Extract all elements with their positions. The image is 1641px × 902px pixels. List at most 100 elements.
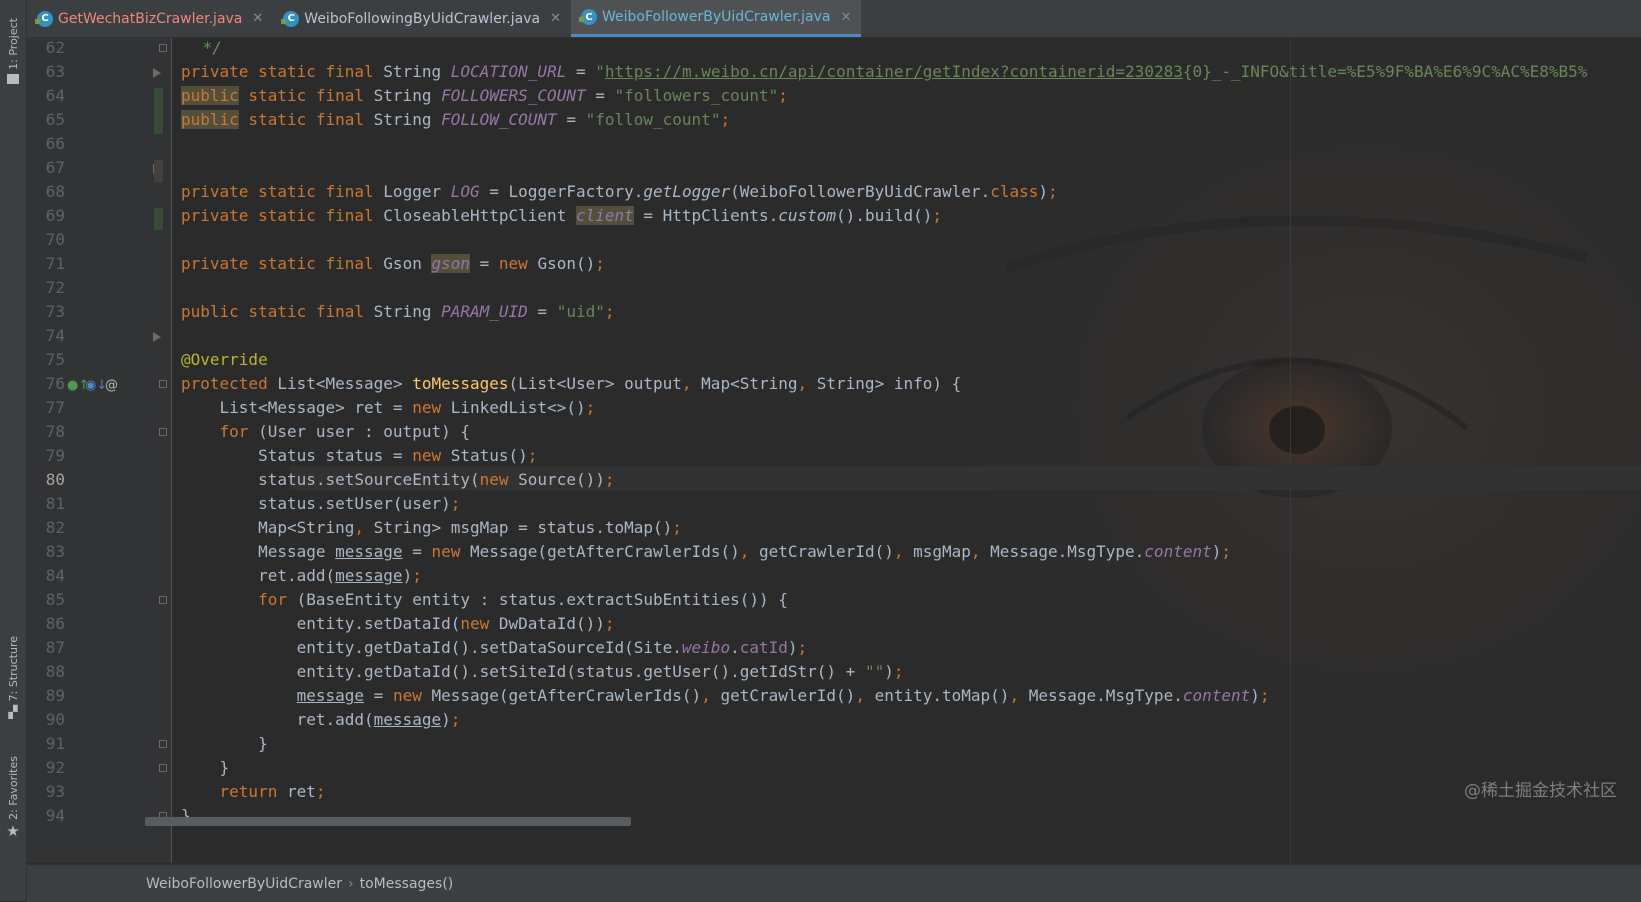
- code-line-91: }: [181, 734, 268, 753]
- line-number: 94: [45, 806, 65, 825]
- line-number: 67: [45, 158, 65, 177]
- line-number: 81: [45, 494, 65, 513]
- close-icon[interactable]: ✕: [550, 11, 561, 26]
- code-line-62: */: [193, 38, 222, 57]
- code-line-92: }: [181, 758, 230, 777]
- vcs-change-marker[interactable]: [154, 160, 163, 182]
- fold-marker-icon[interactable]: [159, 428, 167, 436]
- line-number: 82: [45, 518, 65, 537]
- line-number: 88: [45, 662, 65, 681]
- java-class-icon: C: [35, 10, 53, 27]
- fold-marker-icon[interactable]: [159, 44, 167, 52]
- line-number: 62: [45, 38, 65, 57]
- line-number: 86: [45, 614, 65, 633]
- tab-getwechatbizcrawler[interactable]: C GetWechatBizCrawler.java ✕: [27, 0, 273, 37]
- line-number: 69: [45, 206, 65, 225]
- structure-tool-tab[interactable]: 7: Structure ▞: [0, 636, 26, 719]
- tab-label: WeiboFollowerByUidCrawler.java: [601, 9, 831, 25]
- code-line-82: Map<String, String> msgMap = status.toMa…: [181, 518, 682, 537]
- code-line-93: return ret;: [219, 782, 326, 801]
- code-line-85: for (BaseEntity entity : status.extractS…: [258, 590, 788, 609]
- vcs-change-marker[interactable]: [154, 208, 163, 230]
- close-icon[interactable]: ✕: [840, 10, 851, 25]
- left-tool-strip: 1: Project 7: Structure ▞ 2: Favorites ★: [0, 0, 27, 901]
- java-class-icon: C: [578, 9, 597, 25]
- code-line-83: Message message = new Message(getAfterCr…: [181, 542, 1232, 561]
- implemented-icon[interactable]: ◉↓: [85, 376, 107, 396]
- chevron-right-icon: ›: [348, 875, 354, 892]
- structure-tool-label: 7: Structure: [6, 636, 20, 702]
- star-icon: ★: [6, 821, 20, 840]
- line-number: 70: [45, 230, 65, 249]
- code-line-88: entity.getDataId().setSiteId(status.getU…: [181, 662, 904, 681]
- line-number: 78: [45, 422, 65, 441]
- line-number: 72: [45, 278, 65, 297]
- breadcrumb-class[interactable]: WeiboFollowerByUidCrawler: [146, 876, 342, 892]
- line-number: 92: [45, 758, 65, 777]
- tab-label: GetWechatBizCrawler.java: [58, 10, 243, 27]
- breadcrumb-method[interactable]: toMessages(): [360, 876, 454, 892]
- line-number: 93: [45, 782, 65, 801]
- fold-arrow-icon[interactable]: [153, 68, 161, 78]
- favorites-tool-label: 2: Favorites: [6, 756, 20, 820]
- line-number: 90: [45, 710, 65, 729]
- line-number: 66: [45, 134, 65, 153]
- project-tool-label: 1: Project: [6, 18, 20, 70]
- code-line-78: for (User user : output) {: [219, 422, 470, 441]
- line-number: 68: [45, 182, 65, 201]
- fold-marker-icon[interactable]: [159, 740, 167, 748]
- line-number: 91: [45, 734, 65, 753]
- code-line-80: status.setSourceEntity(new Source());: [181, 470, 615, 489]
- close-icon[interactable]: ✕: [252, 11, 263, 26]
- folder-icon: [7, 73, 19, 84]
- code-line-90: ret.add(message);: [181, 710, 461, 729]
- code-area[interactable]: */ private static final String LOCATION_…: [181, 38, 1641, 863]
- line-number: 85: [45, 590, 65, 609]
- code-line-68: private static final Logger LOG = Logger…: [181, 182, 1058, 201]
- line-number: 64: [45, 86, 65, 105]
- project-tool-tab[interactable]: 1: Project: [0, 18, 26, 84]
- favorites-tool-tab[interactable]: 2: Favorites ★: [0, 756, 26, 840]
- line-number: 77: [45, 398, 65, 417]
- line-number: 65: [45, 110, 65, 129]
- line-number: 63: [45, 62, 65, 81]
- code-line-69: private static final CloseableHttpClient…: [181, 206, 943, 225]
- line-number: 75: [45, 350, 65, 369]
- code-line-65: public static final String FOLLOW_COUNT …: [181, 110, 731, 129]
- code-line-76: protected List<Message> toMessages(List<…: [181, 374, 962, 393]
- fold-marker-icon[interactable]: [159, 596, 167, 604]
- code-line-63: private static final String LOCATION_URL…: [181, 62, 1588, 81]
- code-line-71: private static final Gson gson = new Gso…: [181, 254, 605, 273]
- code-line-64: public static final String FOLLOWERS_COU…: [181, 86, 788, 105]
- vcs-change-marker[interactable]: [154, 88, 163, 134]
- fold-arrow-icon[interactable]: [153, 332, 161, 342]
- line-number: 76: [45, 374, 65, 393]
- code-line-75: @Override: [181, 350, 268, 369]
- code-line-89: message = new Message(getAfterCrawlerIds…: [296, 686, 1270, 705]
- annotation-icon[interactable]: @: [105, 376, 118, 396]
- line-number: 89: [45, 686, 65, 705]
- horizontal-scrollbar[interactable]: [145, 817, 631, 826]
- tab-weibofollowingbyuidcrawler[interactable]: C WeiboFollowingByUidCrawler.java ✕: [273, 0, 571, 37]
- url-link[interactable]: https://m.weibo.cn/api/container/getInde…: [605, 62, 1183, 81]
- code-line-77: List<Message> ret = new LinkedList<>();: [181, 398, 596, 417]
- code-line-87: entity.getDataId().setDataSourceId(Site.…: [181, 638, 808, 657]
- structure-icon: ▞: [8, 705, 18, 720]
- java-class-icon: C: [281, 10, 300, 27]
- breadcrumb: WeiboFollowerByUidCrawler › toMessages(): [27, 864, 1641, 902]
- line-number: 87: [45, 638, 65, 657]
- fold-marker-icon[interactable]: [159, 764, 167, 772]
- code-line-81: status.setUser(user);: [181, 494, 461, 513]
- tab-weibofollowerbyuidcrawler[interactable]: C WeiboFollowerByUidCrawler.java ✕: [570, 0, 862, 37]
- code-line-86: entity.setDataId(new DwDataId());: [181, 614, 615, 633]
- line-number: 79: [45, 446, 65, 465]
- tab-label: WeiboFollowingByUidCrawler.java: [304, 10, 541, 27]
- line-number: 71: [45, 254, 65, 273]
- line-number: 83: [45, 542, 65, 561]
- fold-marker-icon[interactable]: [159, 380, 167, 388]
- watermark: @稀土掘金技术社区: [1464, 781, 1617, 801]
- editor-tab-bar: C GetWechatBizCrawler.java ✕ C WeiboFoll…: [27, 0, 1641, 38]
- code-editor[interactable]: 62 63 64 65 66 67 68 69 70 71 72 73 74 75 76 77 78 79 80 81…: [27, 38, 1641, 863]
- line-number: 73: [45, 302, 65, 321]
- line-number: 80: [45, 470, 65, 489]
